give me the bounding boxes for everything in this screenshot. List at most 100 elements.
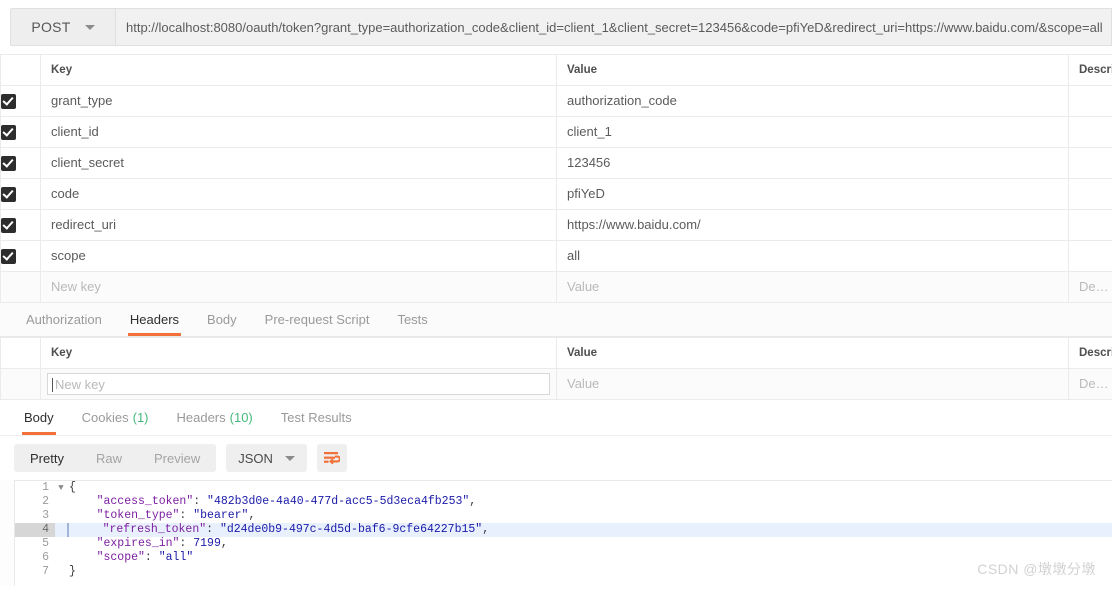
params-new-row-checkbox-cell [0, 271, 41, 303]
param-value-cell[interactable]: pfiYeD [556, 178, 1069, 210]
response-tab-test-results[interactable]: Test Results [267, 400, 366, 435]
params-new-value-input[interactable]: Value [557, 272, 1068, 302]
view-mode-preview[interactable]: Preview [138, 444, 216, 472]
param-key-cell[interactable]: redirect_uri [40, 209, 557, 241]
params-new-value-cell[interactable]: Value [556, 271, 1069, 303]
param-description-cell[interactable] [1068, 147, 1112, 179]
json-punct: : [179, 509, 194, 522]
params-header-key: Key [40, 54, 557, 86]
checkmark-icon[interactable] [1, 249, 16, 265]
tab-authorization[interactable]: Authorization [12, 303, 116, 336]
line-number: 4 [15, 523, 55, 537]
headers-new-row-checkbox-cell [0, 368, 41, 400]
table-row: scope all [0, 240, 1112, 272]
param-value-cell[interactable]: client_1 [556, 116, 1069, 148]
headers-new-description-input[interactable]: Descri [1069, 369, 1112, 399]
param-key-cell[interactable]: grant_type [40, 85, 557, 117]
table-row: code pfiYeD [0, 178, 1112, 210]
tab-pre-request-script-label: Pre-request Script [264, 312, 370, 327]
checkmark-icon[interactable] [1, 156, 16, 172]
json-punct: , [248, 509, 256, 522]
response-body-viewer[interactable]: 1 ▼ { 2 "access_token": "482b3d0e-4a40-4… [14, 480, 1112, 586]
headers-new-value-input[interactable]: Value [557, 369, 1068, 399]
tab-body[interactable]: Body [193, 303, 251, 336]
json-key: "token_type" [69, 509, 180, 522]
param-description-cell[interactable] [1068, 209, 1112, 241]
params-header-description: Descrip [1068, 54, 1112, 86]
headers-table-header-row: Key Value Descrip [0, 337, 1112, 369]
tab-headers-label: Headers [129, 312, 180, 327]
line-number: 7 [42, 565, 49, 578]
json-key: "refresh_token" [75, 523, 207, 536]
response-tab-body[interactable]: Body [10, 400, 68, 435]
response-tab-cookies[interactable]: Cookies (1) [68, 400, 163, 435]
param-key-cell[interactable]: client_id [40, 116, 557, 148]
params-new-description-input[interactable]: Descri [1069, 272, 1112, 302]
code-line: 6 "scope": "all" [15, 551, 1112, 565]
json-key: "expires_in" [69, 537, 180, 550]
param-description-cell[interactable] [1068, 240, 1112, 272]
line-number: 6 [42, 551, 49, 564]
headers-new-value-cell[interactable]: Value [556, 368, 1069, 400]
request-url-input[interactable]: http://localhost:8080/oauth/token?grant_… [115, 8, 1112, 46]
checkmark-icon[interactable] [1, 218, 16, 234]
param-enabled-checkbox[interactable] [0, 147, 41, 179]
params-new-key-cell[interactable]: New key [40, 271, 557, 303]
word-wrap-toggle[interactable] [316, 444, 347, 472]
fold-toggle-icon[interactable]: ▼ [55, 481, 67, 495]
params-table-body: grant_type authorization_code client_id … [0, 85, 1112, 303]
request-tabs: Authorization Headers Body Pre-request S… [0, 303, 1112, 337]
response-language-select[interactable]: JSON [226, 444, 307, 472]
json-key: "scope" [69, 551, 145, 564]
param-value-cell[interactable]: https://www.baidu.com/ [556, 209, 1069, 241]
params-new-key-input[interactable]: New key [41, 272, 556, 302]
view-mode-pretty[interactable]: Pretty [14, 444, 80, 472]
headers-new-key-input[interactable]: New key [47, 373, 550, 395]
response-format-bar: Pretty Raw Preview JSON [0, 436, 1112, 480]
param-value-text: 123456 [567, 155, 611, 170]
tab-tests[interactable]: Tests [383, 303, 441, 336]
param-value-cell[interactable]: 123456 [556, 147, 1069, 179]
tab-pre-request-script[interactable]: Pre-request Script [251, 303, 384, 336]
http-method-select[interactable]: POST [10, 8, 115, 46]
param-enabled-checkbox[interactable] [0, 178, 41, 210]
param-key-cell[interactable]: code [40, 178, 557, 210]
code-line: 7 } [15, 565, 1112, 579]
checkmark-icon[interactable] [1, 94, 16, 110]
param-key-cell[interactable]: client_secret [40, 147, 557, 179]
headers-new-description-cell[interactable]: Descri [1068, 368, 1112, 400]
param-enabled-checkbox[interactable] [0, 116, 41, 148]
param-key-text: grant_type [51, 93, 113, 108]
param-value-text: https://www.baidu.com/ [567, 217, 701, 232]
params-new-description-cell[interactable]: Descri [1068, 271, 1112, 303]
param-description-cell[interactable] [1068, 178, 1112, 210]
param-value-cell[interactable]: authorization_code [556, 85, 1069, 117]
param-value-cell[interactable]: all [556, 240, 1069, 272]
http-method-label: POST [31, 19, 71, 35]
param-enabled-checkbox[interactable] [0, 240, 41, 272]
checkmark-icon[interactable] [1, 125, 16, 141]
param-enabled-checkbox[interactable] [0, 85, 41, 117]
param-description-cell[interactable] [1068, 85, 1112, 117]
line-number: 1 [42, 481, 49, 494]
response-language-label: JSON [238, 450, 273, 466]
response-view-mode-group: Pretty Raw Preview [14, 444, 217, 472]
json-punct: : [193, 495, 208, 508]
headers-new-key-cell[interactable]: New key [40, 368, 557, 400]
line-number: 5 [42, 537, 49, 550]
param-description-cell[interactable] [1068, 116, 1112, 148]
headers-new-key-placeholder: New key [55, 376, 105, 392]
view-mode-raw[interactable]: Raw [80, 444, 138, 472]
param-key-cell[interactable]: scope [40, 240, 557, 272]
response-tabs: Body Cookies (1) Headers (10) Test Resul… [0, 400, 1112, 436]
tab-headers[interactable]: Headers [116, 303, 193, 336]
response-tab-headers[interactable]: Headers (10) [163, 400, 267, 435]
code-line-text: "refresh_token": "d24de0b9-497c-4d5d-baf… [67, 523, 489, 537]
checkmark-icon[interactable] [1, 187, 16, 203]
request-url-bar: POST http://localhost:8080/oauth/token?g… [0, 0, 1112, 54]
param-enabled-checkbox[interactable] [0, 209, 41, 241]
json-punct: : [179, 537, 194, 550]
